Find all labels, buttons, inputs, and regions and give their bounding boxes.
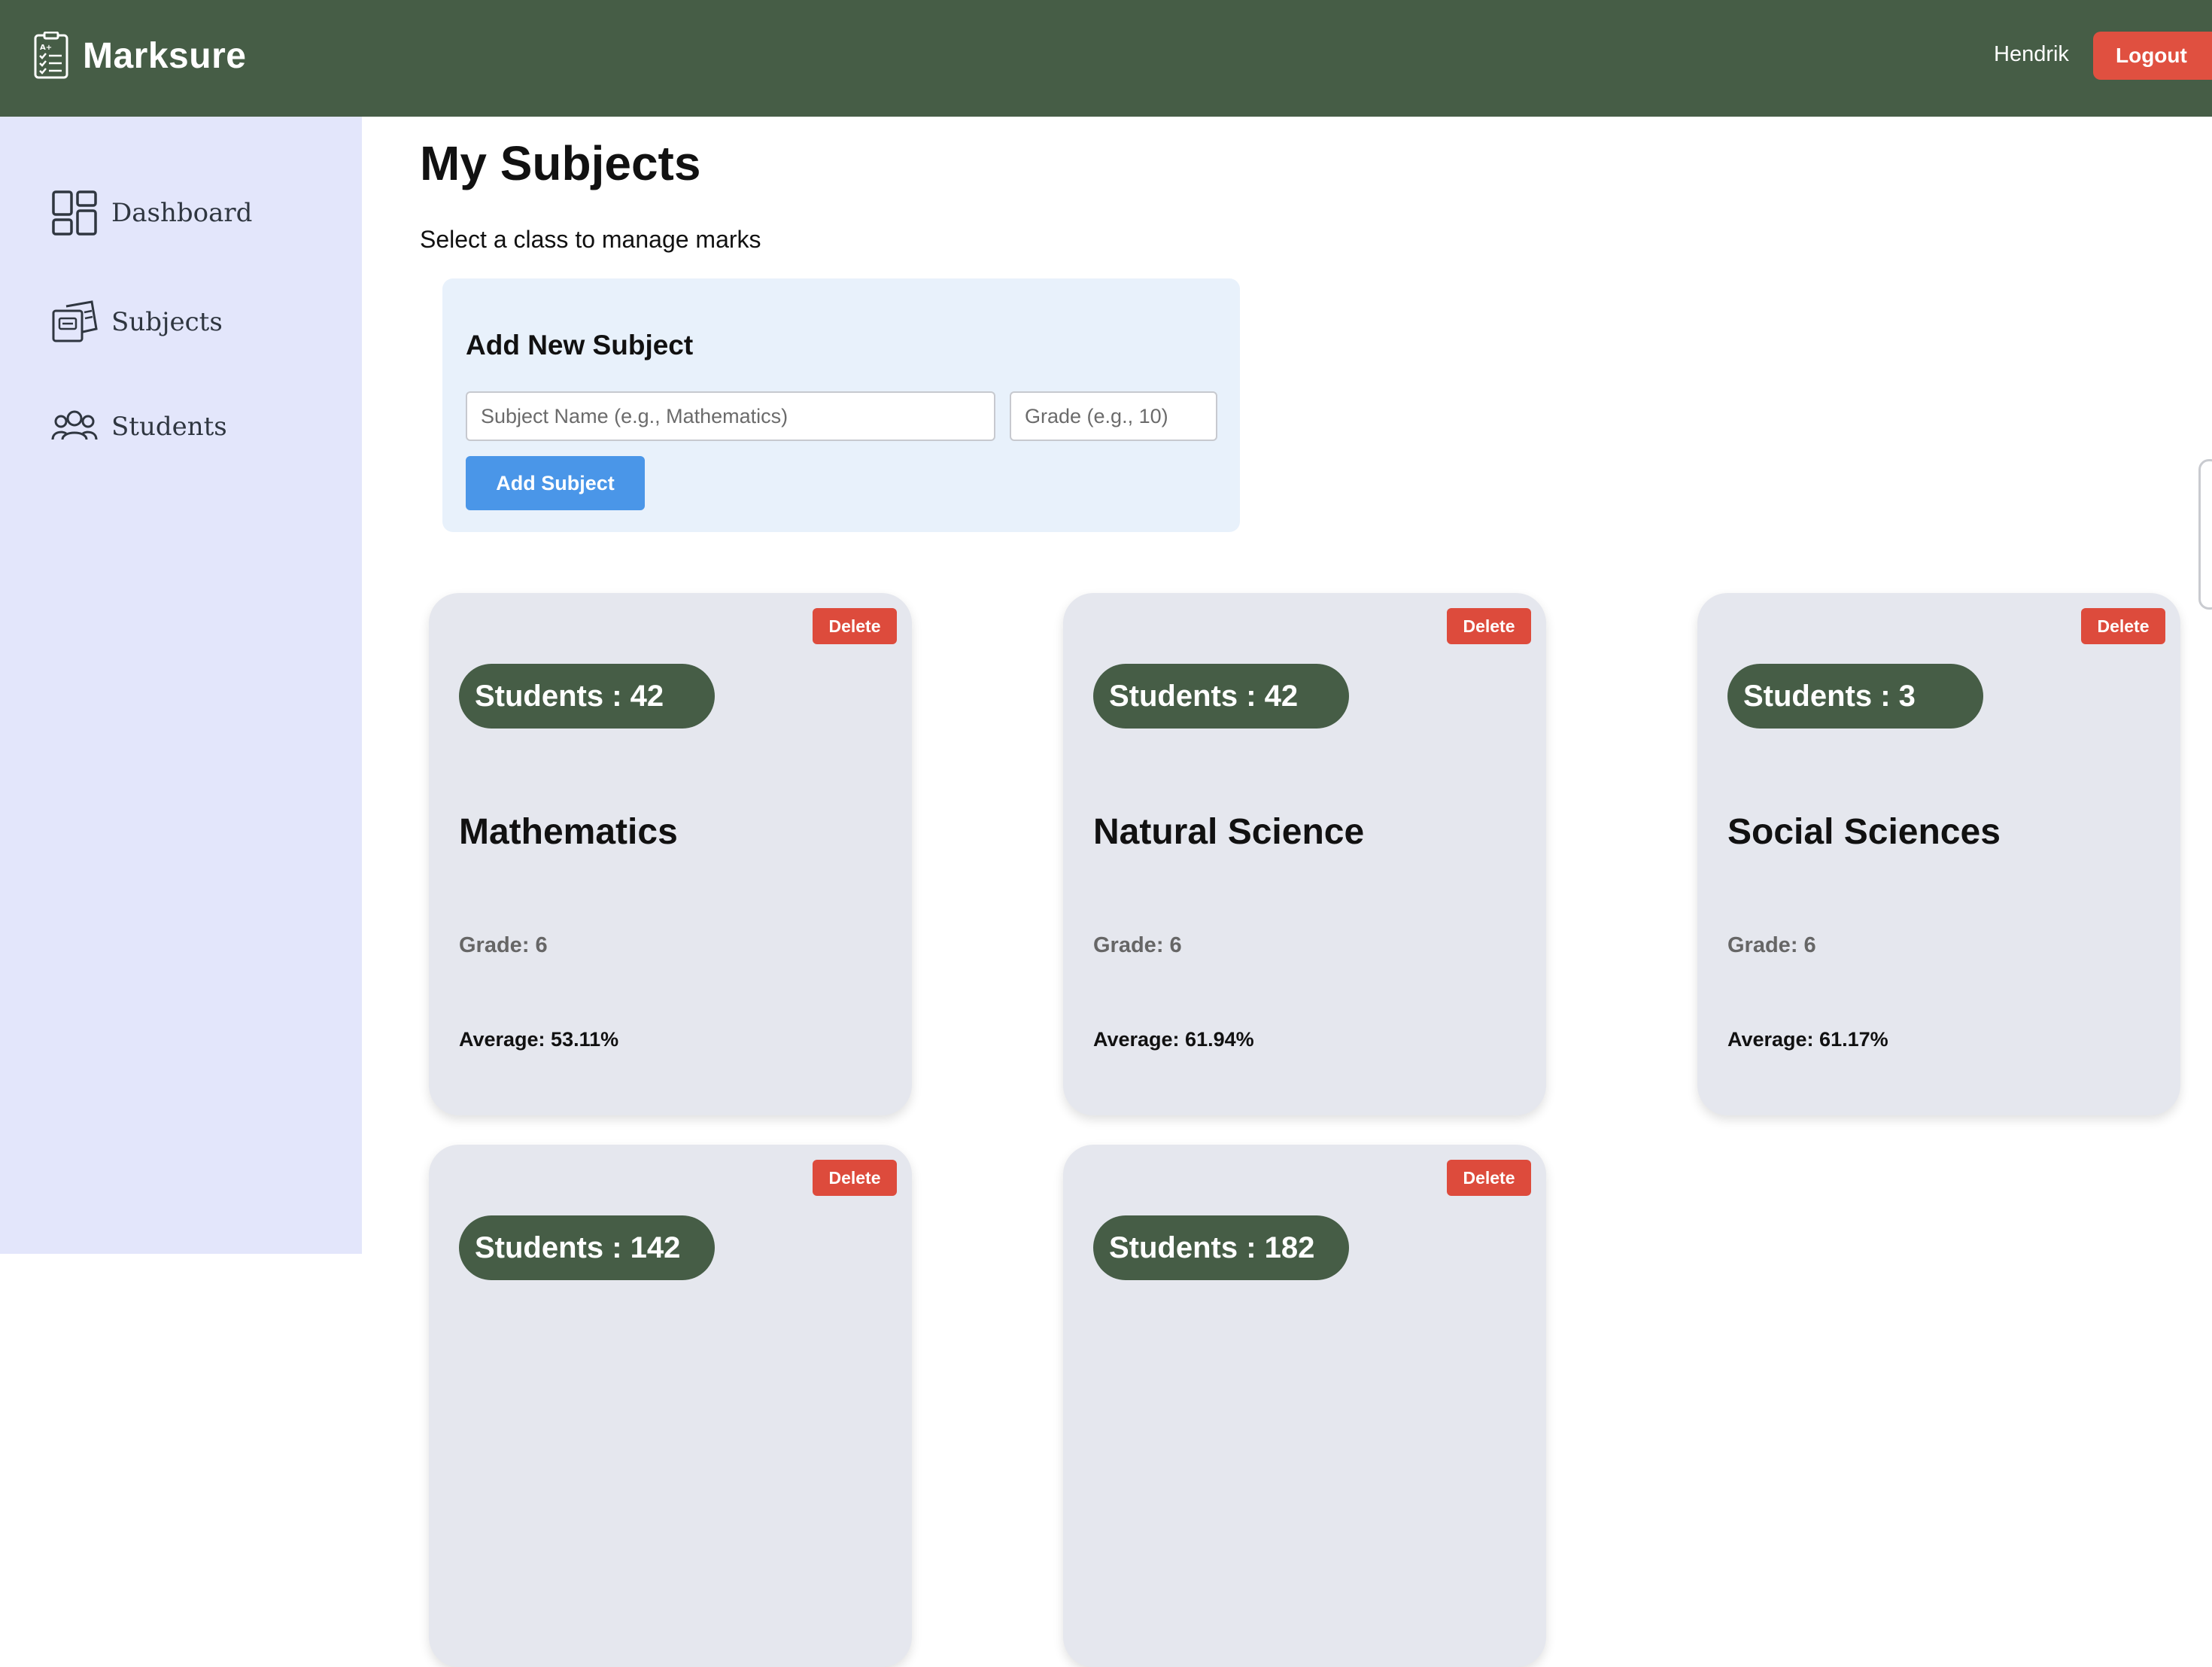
students-count-badge: Students : 142 xyxy=(459,1215,715,1280)
subject-name: Mathematics xyxy=(459,812,678,852)
sidebar-item-students[interactable]: Students xyxy=(51,403,227,450)
students-group-icon xyxy=(51,410,98,440)
subject-average: Average: 61.94% xyxy=(1093,1028,1254,1051)
subject-card[interactable]: Delete Students : 42 Natural Science Gra… xyxy=(1063,593,1546,1115)
students-count-badge: Students : 42 xyxy=(459,664,715,729)
subject-grade: Grade: 6 xyxy=(459,933,548,957)
subject-name: Natural Science xyxy=(1093,812,1365,852)
subject-card[interactable]: Delete Students : 42 Mathematics Grade: … xyxy=(429,593,912,1115)
sidebar: Dashboard Subjects Students xyxy=(0,117,362,1254)
add-subject-button[interactable]: Add Subject xyxy=(466,456,645,510)
subject-grade: Grade: 6 xyxy=(1727,933,1816,957)
page-title: My Subjects xyxy=(420,136,701,190)
students-count-badge: Students : 42 xyxy=(1093,664,1349,729)
subject-average: Average: 53.11% xyxy=(459,1028,619,1051)
dashboard-grid-icon xyxy=(52,190,97,236)
delete-button[interactable]: Delete xyxy=(1447,1160,1531,1196)
user-name: Hendrik xyxy=(1994,42,2069,66)
add-subject-title: Add New Subject xyxy=(466,330,694,360)
subject-grade: Grade: 6 xyxy=(1093,933,1182,957)
subject-name-input[interactable] xyxy=(466,391,995,441)
top-header: A+ Marksure Hendrik Logout xyxy=(0,0,2212,117)
sidebar-item-label: Subjects xyxy=(111,307,223,337)
grade-input[interactable] xyxy=(1010,391,1217,441)
subject-card[interactable]: Delete Students : 182 xyxy=(1063,1145,1546,1667)
delete-button[interactable]: Delete xyxy=(2081,608,2165,644)
sidebar-item-label: Students xyxy=(111,412,227,442)
svg-text:A+: A+ xyxy=(40,44,52,52)
page-subtitle: Select a class to manage marks xyxy=(420,226,761,253)
students-count-badge: Students : 182 xyxy=(1093,1215,1349,1280)
sidebar-item-label: Dashboard xyxy=(111,198,253,228)
add-subject-panel: Add New Subject Add Subject xyxy=(442,278,1240,532)
subject-card[interactable]: Delete Students : 3 Social Sciences Grad… xyxy=(1697,593,2180,1115)
subject-average: Average: 61.17% xyxy=(1727,1028,1888,1051)
students-count-badge: Students : 3 xyxy=(1727,664,1983,729)
delete-button[interactable]: Delete xyxy=(813,1160,897,1196)
clipboard-checklist-icon: A+ xyxy=(34,32,68,79)
brand-name: Marksure xyxy=(83,35,247,76)
subject-card[interactable]: Delete Students : 142 xyxy=(429,1145,912,1667)
sidebar-item-subjects[interactable]: Subjects xyxy=(51,299,223,345)
scroll-handle[interactable] xyxy=(2198,459,2212,610)
subjects-books-icon xyxy=(52,300,98,342)
subject-name: Social Sciences xyxy=(1727,812,2001,852)
sidebar-item-dashboard[interactable]: Dashboard xyxy=(51,190,252,236)
brand[interactable]: A+ Marksure xyxy=(33,32,246,80)
delete-button[interactable]: Delete xyxy=(1447,608,1531,644)
logout-button[interactable]: Logout xyxy=(2093,32,2212,80)
delete-button[interactable]: Delete xyxy=(813,608,897,644)
